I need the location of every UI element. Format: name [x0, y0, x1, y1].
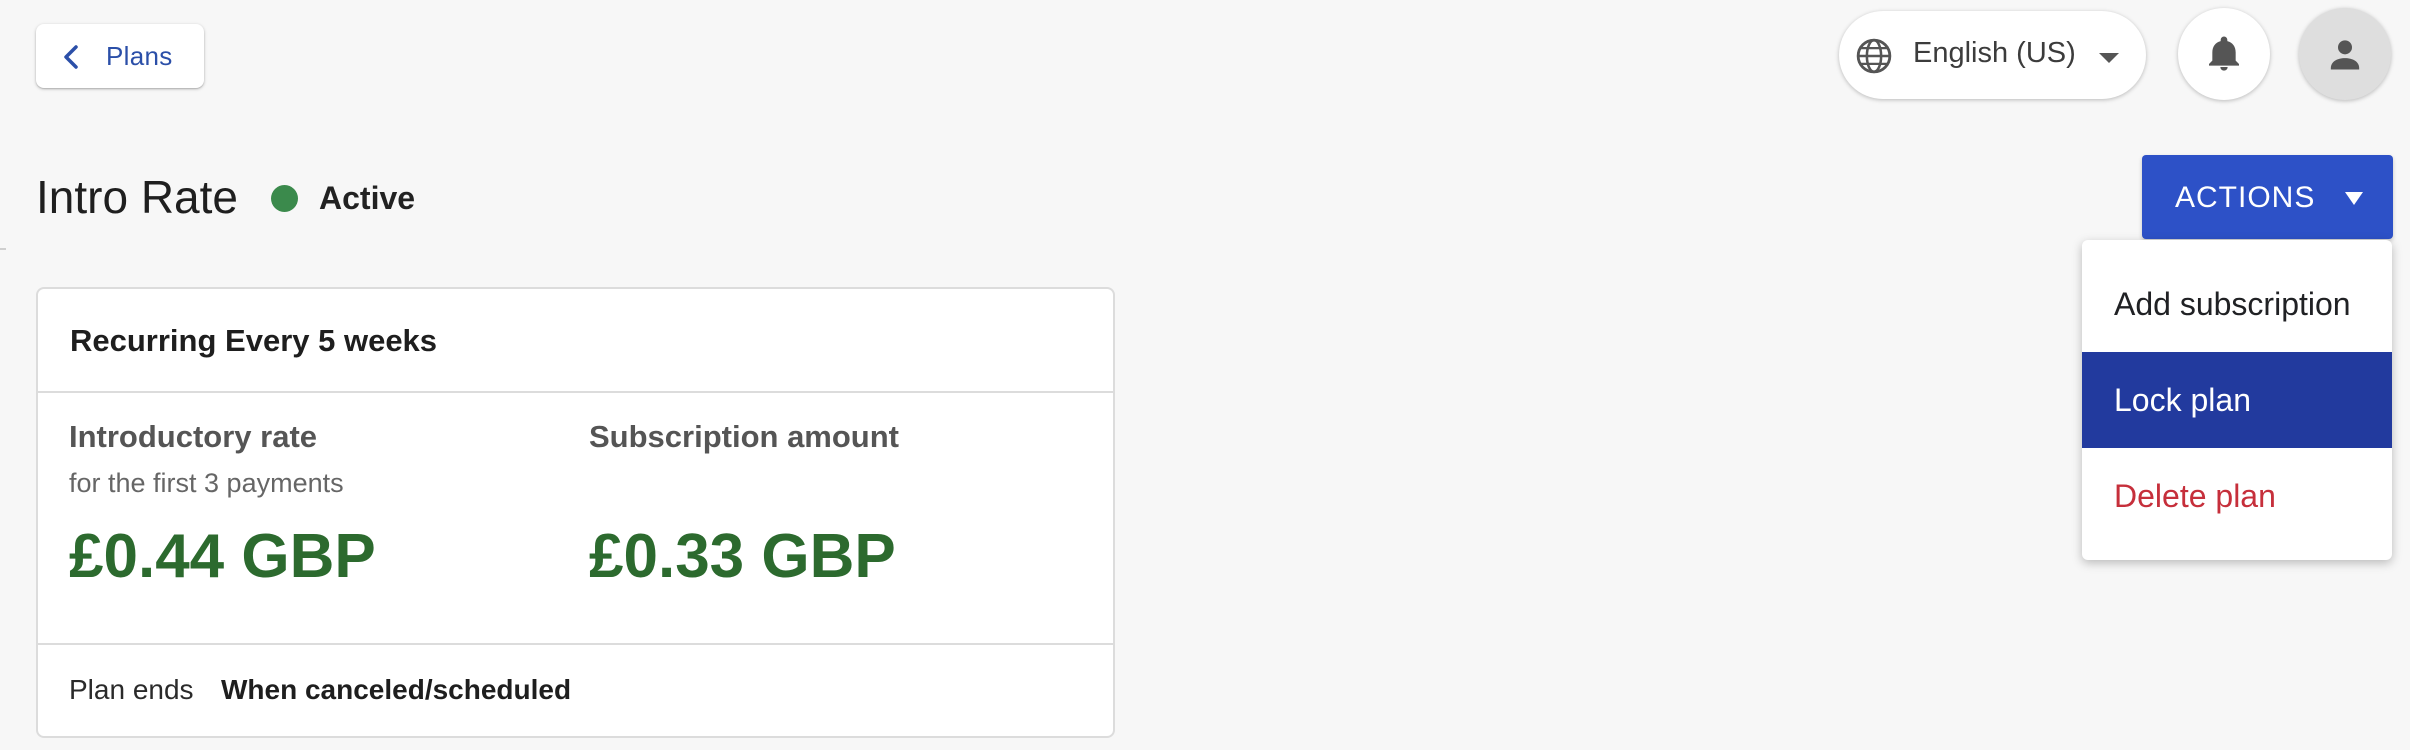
account-button[interactable] — [2299, 8, 2391, 100]
language-selector[interactable]: English (US) — [1839, 11, 2146, 99]
triangle-down-icon — [2345, 192, 2363, 205]
left-edge-divider — [0, 248, 6, 250]
back-button-label: Plans — [106, 41, 173, 71]
status-label: Active — [319, 180, 416, 216]
caret-down-icon — [2099, 53, 2119, 63]
intro-rate-amount: £0.44 GBP — [69, 522, 376, 591]
plan-details-card: Recurring Every 5 weeks Introductory rat… — [36, 287, 1115, 738]
language-label: English (US) — [1913, 37, 2076, 69]
menu-item-delete-plan[interactable]: Delete plan — [2082, 448, 2392, 544]
introductory-rate-section: Introductory rate for the first 3 paymen… — [69, 419, 376, 591]
subscription-amount-heading: Subscription amount — [589, 419, 899, 454]
intro-rate-subtext: for the first 3 payments — [69, 468, 344, 498]
recurrence-label: Recurring Every 5 weeks — [70, 323, 438, 358]
menu-item-label: Add subscription — [2114, 286, 2351, 322]
page-title: Intro Rate — [36, 171, 238, 223]
plan-ends-label: Plan ends — [69, 674, 194, 705]
globe-icon — [1856, 38, 1892, 74]
bell-icon — [2209, 36, 2239, 71]
menu-item-label: Lock plan — [2114, 382, 2251, 418]
actions-button[interactable]: ACTIONS — [2142, 155, 2393, 239]
status-indicator-dot — [271, 185, 298, 212]
chevron-left-icon — [64, 45, 78, 69]
card-footer: Plan ends When canceled/scheduled — [38, 643, 1113, 738]
subscription-amount-section: Subscription amount £0.33 GBP — [589, 419, 899, 591]
menu-item-lock-plan[interactable]: Lock plan — [2082, 352, 2392, 448]
menu-item-label: Delete plan — [2114, 478, 2276, 514]
subscription-amount-value: £0.33 GBP — [589, 522, 896, 591]
actions-button-label: ACTIONS — [2175, 181, 2316, 214]
menu-item-add-subscription[interactable]: Add subscription — [2082, 256, 2392, 352]
person-icon — [2330, 40, 2360, 70]
actions-menu: Add subscription Lock plan Delete plan — [2082, 240, 2392, 560]
intro-rate-heading: Introductory rate — [69, 419, 318, 454]
back-to-plans-button[interactable]: Plans — [36, 24, 204, 88]
plan-ends-value: When canceled/scheduled — [221, 674, 572, 705]
notifications-button[interactable] — [2178, 8, 2270, 100]
card-header: Recurring Every 5 weeks — [38, 289, 1113, 393]
